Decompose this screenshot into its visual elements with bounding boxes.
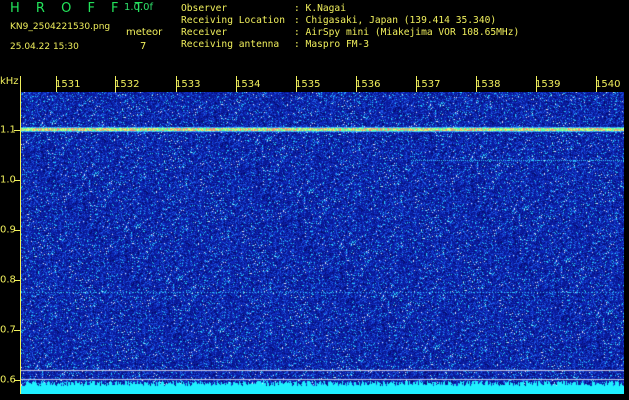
time-tick	[416, 76, 417, 92]
info-row-antenna: Receiving antenna: Maspro FM-3	[181, 39, 370, 50]
time-tick	[20, 76, 21, 92]
time-label: 1540	[595, 79, 621, 90]
time-tick	[356, 76, 357, 92]
header-panel: H R O F F T 1.0.0f KN9_2504221530.png me…	[0, 0, 629, 76]
info-row-observer: Observer: K.Nagai	[181, 3, 346, 14]
time-tick	[476, 76, 477, 92]
time-tick	[536, 76, 537, 92]
program-version: 1.0.0f	[124, 2, 153, 13]
time-label: 1536	[355, 79, 381, 90]
time-label: 1531	[55, 79, 81, 90]
station-info: Observer: K.Nagai Receiving Location: Ch…	[181, 3, 519, 51]
time-tick	[176, 76, 177, 92]
spectrogram-canvas	[21, 92, 624, 394]
y-axis-unit: kHz	[0, 76, 19, 87]
meteor-label: meteor	[126, 27, 163, 38]
time-label: 1534	[235, 79, 261, 90]
info-row-receiver: Receiver: AirSpy mini (Miakejima VOR 108…	[181, 27, 520, 38]
time-label: 1538	[475, 79, 501, 90]
time-tick	[56, 76, 57, 92]
time-label: 1533	[175, 79, 201, 90]
timestamp: 25.04.22 15:30	[10, 42, 79, 52]
time-label: 1535	[295, 79, 321, 90]
time-label: 1537	[415, 79, 441, 90]
time-label: 1532	[114, 79, 140, 90]
time-tick	[115, 76, 116, 92]
spectrogram	[20, 92, 624, 394]
meteor-count: 7	[140, 41, 147, 52]
time-tick	[236, 76, 237, 92]
info-row-location: Receiving Location: Chigasaki, Japan (13…	[181, 15, 497, 26]
time-tick	[596, 76, 597, 92]
time-axis: 1531 1532 1533 1534 1535 1536 1537 1538 …	[20, 76, 623, 92]
file-name: KN9_2504221530.png	[10, 22, 111, 32]
time-tick	[296, 76, 297, 92]
time-label: 1539	[535, 79, 561, 90]
